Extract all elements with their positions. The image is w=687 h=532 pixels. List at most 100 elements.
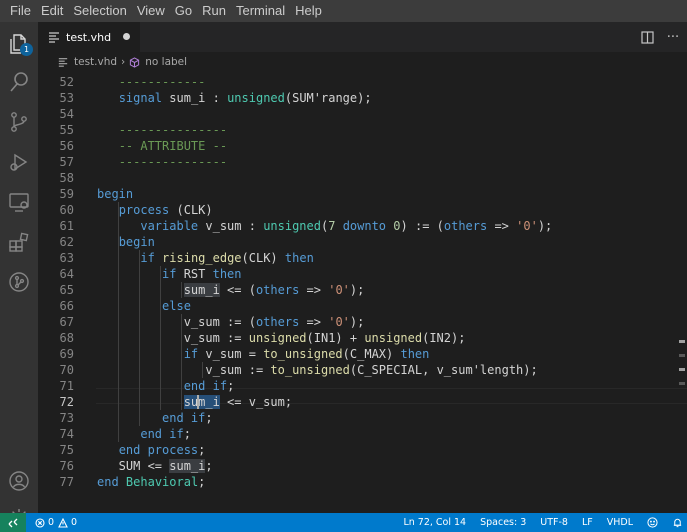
overview-mark — [679, 340, 685, 343]
extensions-icon[interactable] — [7, 230, 31, 254]
line-number: 69 — [59, 347, 74, 361]
code-line-57: --------------- — [118, 155, 228, 169]
file-lines-icon — [48, 30, 62, 44]
cursor-position[interactable]: Ln 72, Col 14 — [403, 517, 466, 528]
line-number: 66 — [59, 299, 74, 313]
menu-help[interactable]: Help — [290, 0, 327, 22]
line-number: 76 — [59, 459, 74, 473]
code-editor[interactable]: 52 53 54 55 56 57 58 59 60 61 62 63 64 6… — [38, 72, 687, 513]
line-number: 61 — [59, 219, 74, 233]
explorer-badge: 1 — [20, 43, 33, 56]
line-number: 70 — [59, 363, 74, 377]
tab-test-vhd[interactable]: test.vhd — [38, 22, 140, 52]
menu-selection[interactable]: Selection — [68, 0, 131, 22]
run-debug-icon[interactable] — [7, 150, 31, 174]
code-line-52: ------------ — [118, 75, 206, 89]
error-icon — [34, 517, 45, 528]
code-line-55: --------------- — [118, 123, 228, 137]
code-line-59: begin — [97, 187, 134, 201]
git-graph-icon[interactable] — [7, 270, 31, 294]
code-line-56: -- ATTRIBUTE -- — [118, 139, 228, 153]
code-line-69: if v_sum = to_unsigned(C_MAX) then — [183, 347, 430, 361]
unsaved-dot-icon[interactable] — [123, 33, 130, 40]
line-number: 68 — [59, 331, 74, 345]
text-cursor — [197, 395, 199, 409]
overview-mark — [679, 354, 685, 357]
remote-indicator-icon[interactable] — [0, 513, 26, 532]
problems-indicator[interactable]: 0 0 — [34, 517, 77, 528]
warning-icon — [57, 517, 68, 528]
line-number: 59 — [59, 187, 74, 201]
code-line-62: begin — [118, 235, 155, 249]
remote-explorer-icon[interactable] — [7, 190, 31, 214]
code-line-63: if rising_edge(CLK) then — [140, 251, 314, 265]
chevron-right-icon: › — [121, 56, 126, 68]
split-editor-icon[interactable] — [639, 29, 655, 45]
line-number: 67 — [59, 315, 74, 329]
line-number: 56 — [59, 139, 74, 153]
line-number: 58 — [59, 171, 74, 185]
line-number: 54 — [59, 107, 74, 121]
code-line-64: if RST then — [162, 267, 242, 281]
notifications-bell-icon[interactable] — [672, 517, 683, 528]
code-line-67: v_sum := (others => '0'); — [97, 315, 365, 329]
encoding[interactable]: UTF-8 — [540, 517, 568, 528]
menu-file[interactable]: File — [5, 0, 36, 22]
editor-scrollbar[interactable] — [673, 72, 687, 513]
code-line-75: end process; — [118, 443, 206, 457]
line-number: 57 — [59, 155, 74, 169]
menu-run[interactable]: Run — [197, 0, 231, 22]
code-line-68: v_sum := unsigned(IN1) + unsigned(IN2); — [97, 331, 466, 345]
line-number: 74 — [59, 427, 74, 441]
menu-bar: File Edit Selection View Go Run Terminal… — [0, 0, 687, 22]
code-line-53: signal sum_i : unsigned(SUM'range); — [118, 91, 372, 105]
line-number: 73 — [59, 411, 74, 425]
line-number: 62 — [59, 235, 74, 249]
menu-terminal[interactable]: Terminal — [231, 0, 290, 22]
code-line-66: else — [162, 299, 191, 313]
status-right: Ln 72, Col 14 Spaces: 3 UTF-8 LF VHDL — [403, 513, 683, 532]
overview-mark — [679, 382, 685, 385]
warning-count: 0 — [71, 517, 78, 528]
code-line-61: variable v_sum : unsigned(7 downto 0) :=… — [140, 219, 553, 233]
code-line-77: end Behavioral; — [97, 475, 206, 489]
line-number-current: 72 — [59, 395, 74, 409]
error-count: 0 — [48, 517, 55, 528]
end-of-line[interactable]: LF — [582, 517, 593, 528]
line-number: 75 — [59, 443, 74, 457]
line-number: 53 — [59, 91, 74, 105]
line-number: 60 — [59, 203, 74, 217]
code-line-60: process (CLK) — [118, 203, 213, 217]
menu-edit[interactable]: Edit — [36, 0, 68, 22]
editor-actions: ··· — [639, 22, 681, 52]
code-line-73: end if; — [162, 411, 213, 425]
breadcrumb-symbol[interactable]: no label — [145, 56, 187, 68]
code-line-65: sum_i <= (others => '0'); — [183, 283, 365, 297]
activity-bar: 1 — [0, 22, 38, 527]
menu-go[interactable]: Go — [170, 0, 197, 22]
status-bar: 0 0 Ln 72, Col 14 Spaces: 3 UTF-8 LF VHD… — [0, 513, 687, 532]
more-actions-icon[interactable]: ··· — [665, 29, 681, 45]
overview-mark — [679, 368, 685, 371]
indentation[interactable]: Spaces: 3 — [480, 517, 526, 528]
tab-bar: test.vhd ··· — [38, 22, 687, 52]
search-icon[interactable] — [7, 70, 31, 94]
line-number: 65 — [59, 283, 74, 297]
language-mode[interactable]: VHDL — [607, 517, 633, 528]
feedback-icon[interactable] — [647, 517, 658, 528]
code-line-76: SUM <= sum_i; — [97, 459, 213, 473]
breadcrumb-file[interactable]: test.vhd — [74, 56, 117, 68]
symbol-cube-icon — [129, 56, 141, 68]
code-line-74: end if; — [140, 427, 191, 441]
breadcrumb: test.vhd › no label — [38, 52, 687, 72]
line-number: 64 — [59, 267, 74, 281]
line-number: 55 — [59, 123, 74, 137]
code-line-72: sum_i <= v_sum; — [183, 395, 293, 409]
menu-view[interactable]: View — [132, 0, 170, 22]
account-icon[interactable] — [7, 469, 31, 493]
source-control-icon[interactable] — [7, 110, 31, 134]
file-lines-icon — [58, 56, 70, 68]
line-number: 71 — [59, 379, 74, 393]
line-number: 77 — [59, 475, 74, 489]
code-line-70: v_sum := to_unsigned(C_SPECIAL, v_sum'le… — [97, 363, 538, 377]
